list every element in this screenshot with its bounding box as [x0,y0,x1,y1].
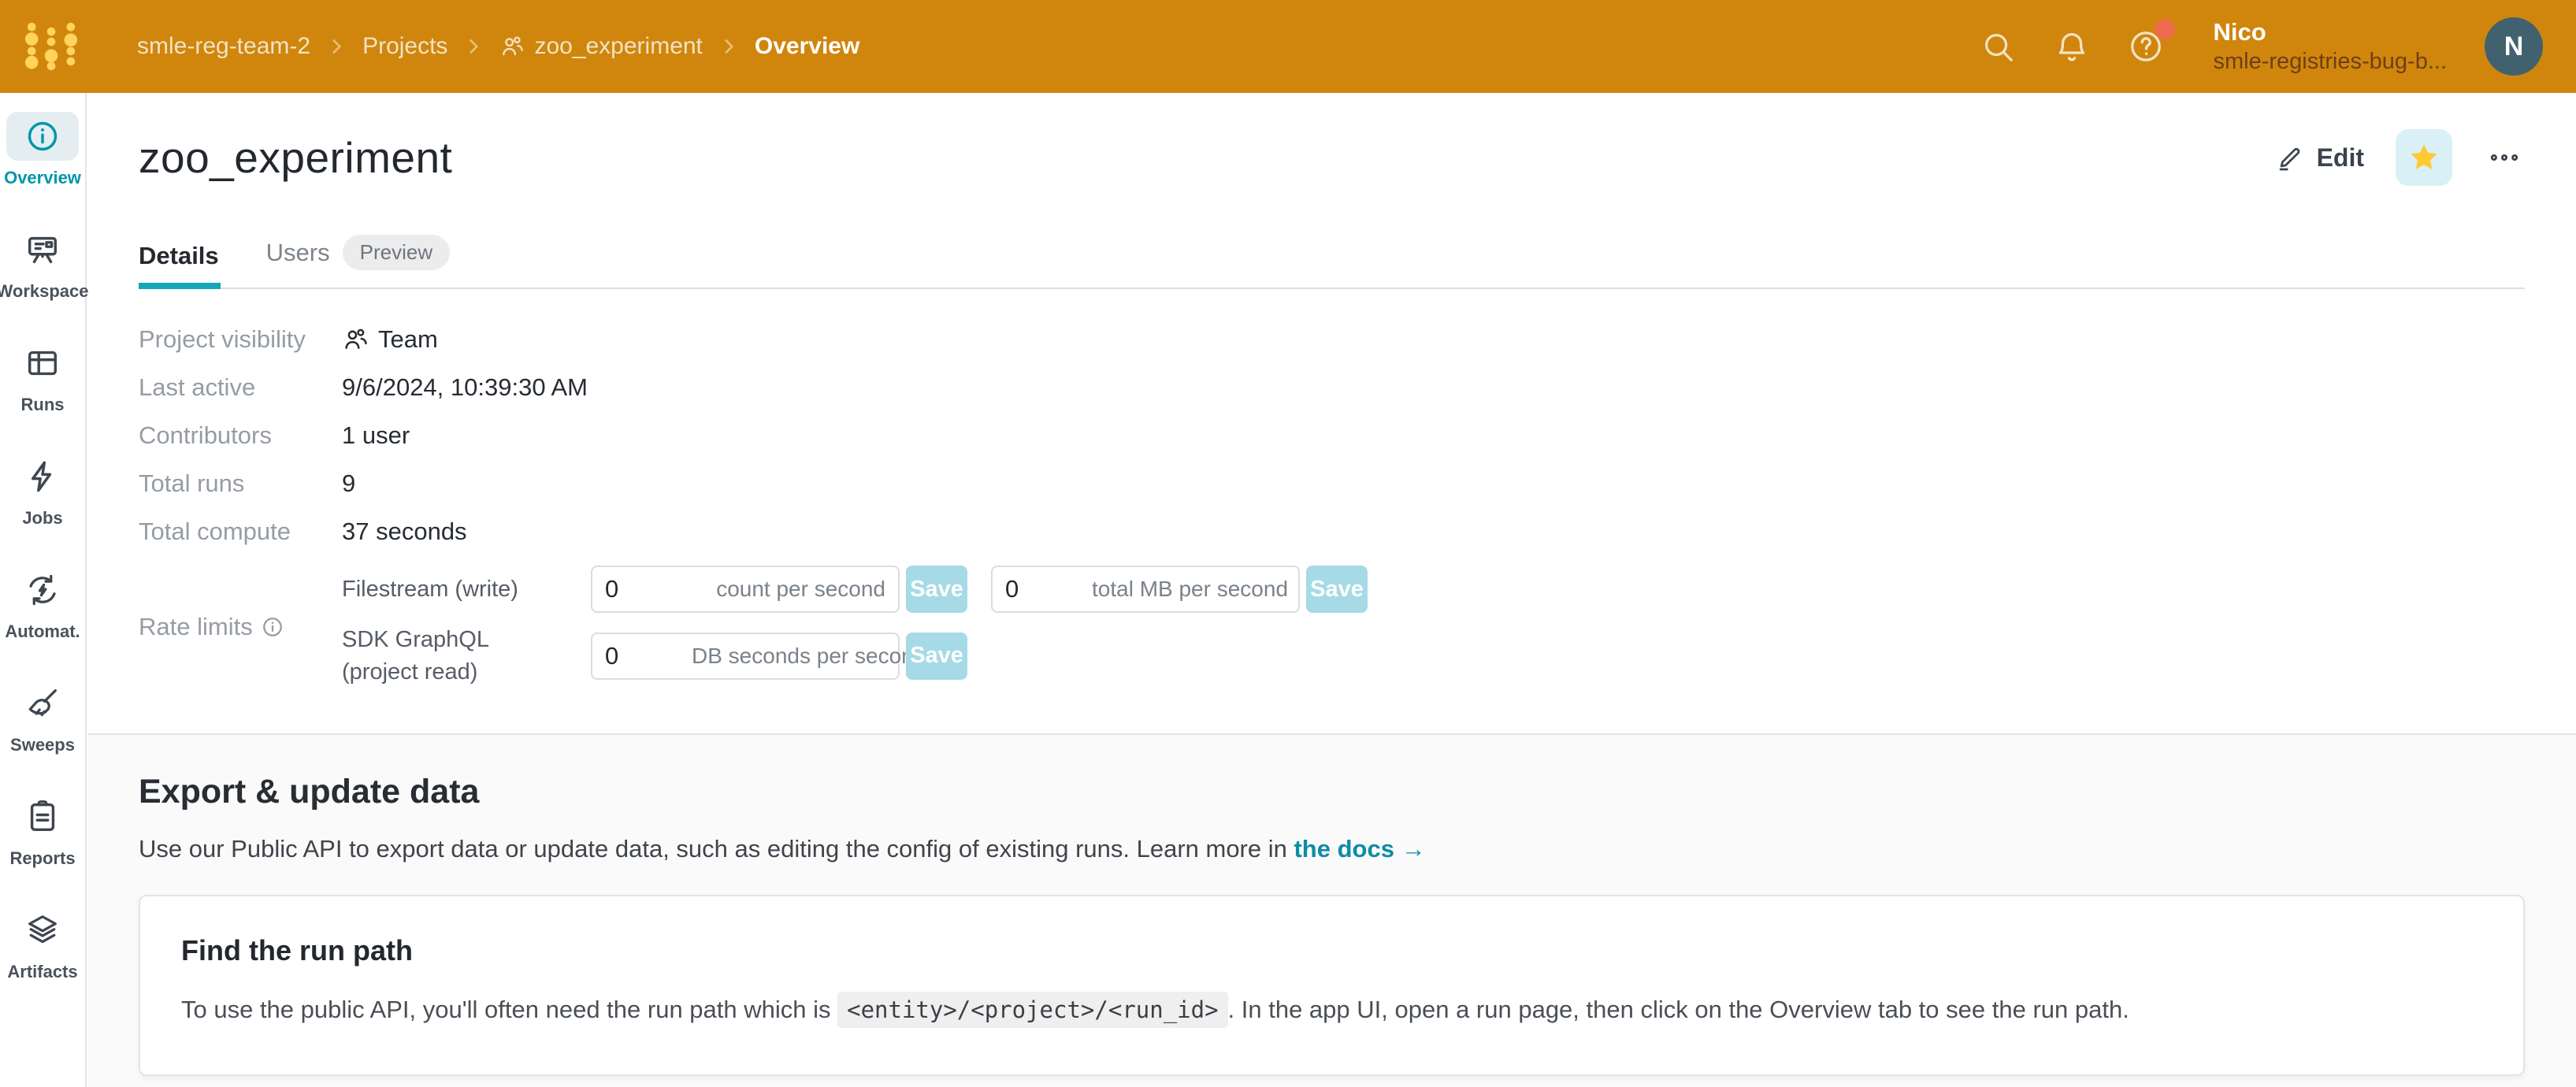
filestream-mb-field: total MB per second [991,566,1300,613]
detail-row-total-runs: Total runs 9 [139,469,2525,498]
breadcrumb-page[interactable]: Overview [755,33,859,60]
info-icon[interactable] [261,615,284,639]
lightning-icon [6,452,79,501]
tab-details[interactable]: Details [139,242,219,270]
more-options-button[interactable] [2484,137,2525,178]
rate-limits-section: Rate limits Filestream (write) count per… [139,566,2525,688]
details-panel: Project visibility Team Last active 9/6/… [88,289,2576,733]
arrow-right-icon: → [1394,835,1426,863]
tab-bar: Details Users Preview [139,235,2525,289]
sidebar-item-reports[interactable]: Reports [2,792,84,869]
run-path-code: <entity>/<project>/<run_id> [837,992,1227,1028]
top-navigation-bar: smle-reg-team-2 Projects zoo_experiment … [0,0,2576,93]
filestream-count-field: count per second [591,566,900,613]
user-org: smle-registries-bug-b... [2213,47,2447,76]
filestream-count-input[interactable] [605,575,692,603]
breadcrumb-projects[interactable]: Projects [362,33,447,60]
docs-link[interactable]: the docs → [1294,835,1425,863]
wandb-logo-icon[interactable] [20,16,82,77]
detail-row-visibility: Project visibility Team [139,325,2525,354]
team-icon [499,34,525,59]
export-update-section: Export & update data Use our Public API … [88,733,2576,1087]
chevron-right-icon [718,36,739,57]
notifications-bell-icon[interactable] [2054,28,2090,65]
rate-limit-filestream-row: Filestream (write) count per second Save… [342,566,1391,613]
detail-row-total-compute: Total compute 37 seconds [139,518,2525,546]
save-button[interactable]: Save [1306,566,1368,613]
runs-table-icon [6,339,79,388]
sidebar-item-artifacts[interactable]: Artifacts [2,906,84,982]
tab-users[interactable]: Users Preview [266,235,450,270]
chevron-right-icon [463,36,484,57]
team-icon [342,326,369,353]
graphql-seconds-field: DB seconds per second [591,633,900,680]
star-icon [2407,141,2441,174]
sidebar-item-jobs[interactable]: Jobs [2,452,84,529]
run-path-card: Find the run path To use the public API,… [139,895,2525,1076]
help-icon[interactable] [2128,28,2164,65]
export-description: Use our Public API to export data or upd… [139,835,2525,863]
notification-dot [2155,19,2175,39]
sidebar-item-overview[interactable]: Overview [2,112,84,188]
workspace-board-icon [6,225,79,274]
sidebar-item-workspace[interactable]: Workspace [2,225,84,302]
preview-badge: Preview [343,235,450,270]
run-path-heading: Find the run path [181,934,2482,967]
layers-icon [6,906,79,955]
pencil-icon [2276,143,2304,172]
project-sidebar: Overview Workspace Runs Jobs Automat. Sw… [0,93,87,1087]
topbar-actions: Nico smle-registries-bug-b... N [1980,17,2543,76]
main-content: zoo_experiment Edit Details Users Previe… [88,93,2576,1087]
save-button[interactable]: Save [906,566,967,613]
clipboard-icon [6,792,79,841]
info-icon [6,112,79,161]
user-name: Nico [2213,17,2447,48]
ellipsis-icon [2488,141,2521,174]
avatar[interactable]: N [2485,17,2543,76]
sidebar-item-sweeps[interactable]: Sweeps [2,679,84,755]
edit-button[interactable]: Edit [2276,143,2364,173]
chevron-right-icon [326,36,347,57]
star-button[interactable] [2396,129,2452,186]
breadcrumb: smle-reg-team-2 Projects zoo_experiment … [137,33,859,60]
active-tab-indicator [139,283,221,289]
rate-limit-graphql-row: SDK GraphQL (project read) DB seconds pe… [342,624,1391,688]
save-button[interactable]: Save [906,633,967,680]
run-path-text: To use the public API, you'll often need… [181,996,2482,1024]
breadcrumb-project[interactable]: zoo_experiment [499,33,702,60]
breadcrumb-team[interactable]: smle-reg-team-2 [137,33,310,60]
user-menu[interactable]: Nico smle-registries-bug-b... [2213,17,2447,76]
export-heading: Export & update data [139,773,2525,811]
automations-cycle-icon [6,566,79,614]
sidebar-item-runs[interactable]: Runs [2,339,84,415]
page-title: zoo_experiment [139,132,452,183]
filestream-mb-input[interactable] [1005,575,1092,603]
detail-row-last-active: Last active 9/6/2024, 10:39:30 AM [139,373,2525,402]
detail-row-contributors: Contributors 1 user [139,421,2525,450]
graphql-seconds-input[interactable] [605,642,692,670]
search-icon[interactable] [1980,28,2016,65]
sidebar-item-automations[interactable]: Automat. [2,566,84,642]
broom-icon [6,679,79,728]
